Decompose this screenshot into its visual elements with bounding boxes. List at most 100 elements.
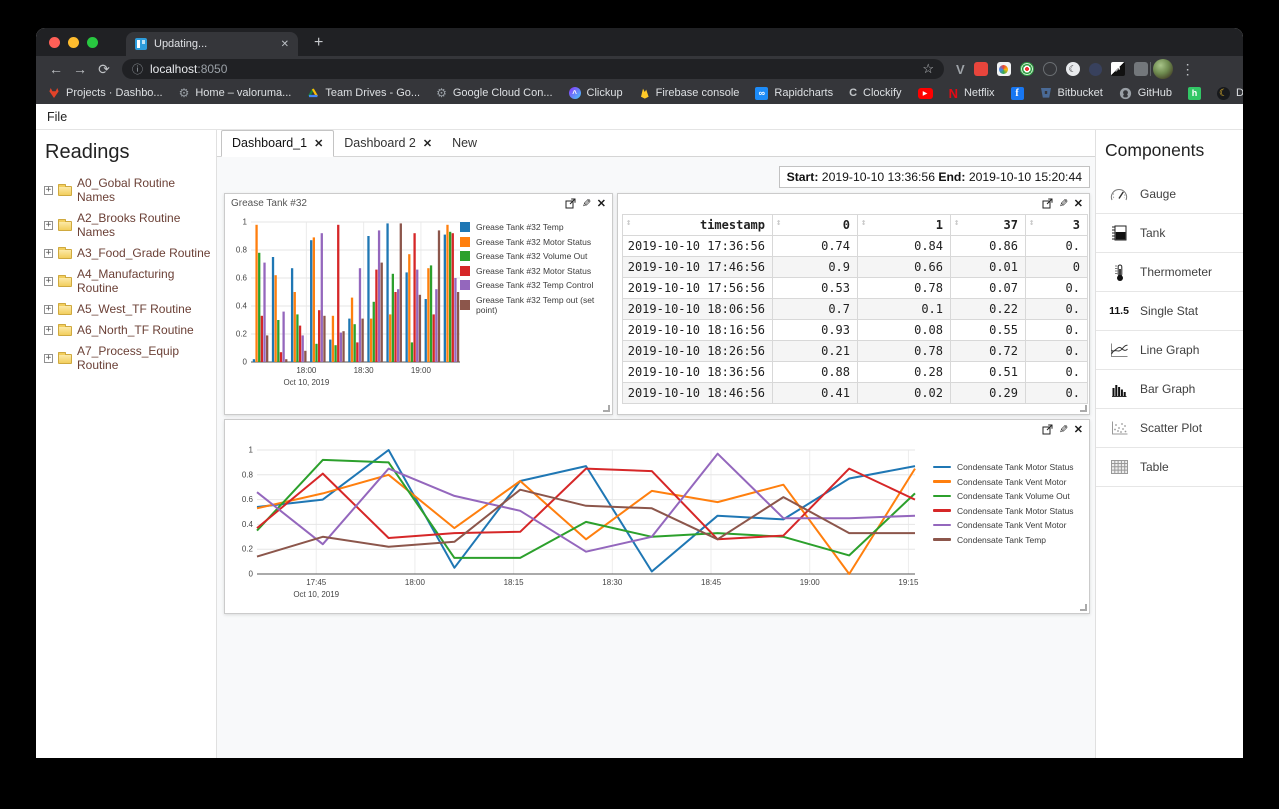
component-item-tank[interactable]: Tank — [1096, 214, 1243, 253]
component-item-single-stat[interactable]: 11.5 Single Stat — [1096, 292, 1243, 331]
sort-icon[interactable]: ↕ — [626, 218, 631, 228]
tree-item[interactable]: + A0_Gobal Routine Names — [44, 176, 212, 204]
bookmark-item[interactable]: ⚙ Google Cloud Con... — [436, 86, 552, 100]
bookmark-item[interactable]: f — [1010, 86, 1024, 100]
dark-mode-extension-icon[interactable]: ☾ — [1065, 62, 1080, 76]
bookmark-item[interactable]: N Netflix — [949, 86, 995, 101]
column-header[interactable]: ↕ timestamp — [622, 214, 773, 236]
tree-item[interactable]: + A7_Process_Equip Routine — [44, 344, 212, 372]
info-extension-icon[interactable] — [1042, 62, 1057, 76]
tree-item[interactable]: + A5_West_TF Routine — [44, 302, 212, 316]
bookmark-item[interactable]: h — [1188, 86, 1202, 100]
column-header[interactable]: ↕ 0 — [772, 214, 858, 236]
component-item-line-graph[interactable]: Line Graph — [1096, 331, 1243, 370]
back-icon[interactable]: ← — [44, 61, 68, 77]
legend-entry[interactable]: Grease Tank #32 Temp out (set point) — [460, 295, 612, 315]
expand-icon[interactable]: + — [44, 304, 53, 314]
component-item-gauge[interactable]: Gauge — [1096, 175, 1243, 214]
legend-entry[interactable]: Condensate Tank Volume Out — [933, 491, 1074, 501]
column-header[interactable]: ↕ 1 — [857, 214, 951, 236]
component-item-table[interactable]: Table — [1096, 448, 1243, 487]
column-header[interactable]: ↕ 3 — [1025, 214, 1088, 236]
legend-entry[interactable]: Condensate Tank Motor Status — [933, 506, 1074, 516]
reload-icon[interactable]: ⟳ — [92, 61, 116, 78]
profile-avatar[interactable] — [1152, 59, 1173, 79]
bookmark-item[interactable]: Team Drives - Go... — [307, 87, 420, 99]
component-item-thermometer[interactable]: Thermometer — [1096, 253, 1243, 292]
close-panel-icon[interactable]: ✕ — [597, 197, 606, 210]
dashboard-tab-dashboard-1[interactable]: Dashboard_1 ✕ — [221, 130, 335, 157]
bookmark-item[interactable]: ⚙ Home – valoruma... — [179, 86, 292, 100]
edit-icon[interactable]: ✎ — [582, 197, 591, 210]
sort-icon[interactable]: ↕ — [861, 218, 866, 228]
tab-close-icon[interactable]: ✕ — [423, 137, 432, 150]
tab-close-icon[interactable]: ✕ — [314, 137, 323, 150]
tab-close-icon[interactable]: ✕ — [281, 39, 289, 50]
legend-entry[interactable]: Condensate Tank Temp — [933, 535, 1074, 545]
dashboard-tab-new[interactable]: New — [442, 131, 487, 156]
green-target-extension-icon[interactable] — [1019, 62, 1034, 76]
legend-entry[interactable]: Condensate Tank Vent Motor — [933, 520, 1074, 530]
sort-icon[interactable]: ↕ — [954, 218, 959, 228]
expand-icon[interactable]: + — [44, 220, 53, 230]
resize-handle[interactable] — [1080, 405, 1087, 412]
bookmark-item[interactable]: ▶ — [917, 87, 933, 99]
sort-icon[interactable]: ↕ — [776, 218, 781, 228]
kebab-icon[interactable]: ⋮ — [1181, 61, 1195, 78]
vimium-icon[interactable]: V — [956, 62, 965, 77]
close-panel-icon[interactable]: ✕ — [1074, 423, 1083, 436]
bookmark-item[interactable]: Projects · Dashbo... — [48, 87, 163, 99]
component-item-scatter-plot[interactable]: Scatter Plot — [1096, 409, 1243, 448]
legend-entry[interactable]: Grease Tank #32 Temp Control — [460, 280, 612, 290]
open-icon[interactable] — [565, 198, 576, 209]
legend-entry[interactable]: Grease Tank #32 Motor Status — [460, 236, 612, 247]
legend-entry[interactable]: Grease Tank #32 Motor Status — [460, 265, 612, 276]
expand-icon[interactable]: + — [44, 325, 53, 335]
resize-handle[interactable] — [603, 405, 610, 412]
dashboard-tab-dashboard-2[interactable]: Dashboard 2 ✕ — [334, 131, 442, 156]
window-minimize-button[interactable] — [68, 37, 79, 48]
tree-item[interactable]: + A3_Food_Grade Routine — [44, 246, 212, 260]
red-extension-icon[interactable] — [973, 62, 988, 76]
close-panel-icon[interactable]: ✕ — [1074, 197, 1083, 210]
bookmark-item[interactable]: Bitbucket — [1040, 87, 1103, 99]
menu-file[interactable]: File — [47, 110, 67, 124]
open-icon[interactable] — [1042, 198, 1053, 209]
resize-handle[interactable] — [1080, 604, 1087, 611]
expand-icon[interactable]: + — [44, 185, 53, 195]
legend-entry[interactable]: Condensate Tank Vent Motor — [933, 477, 1074, 487]
bookmark-item[interactable]: C Clockify — [849, 87, 901, 99]
edit-icon[interactable]: ✎ — [1059, 197, 1068, 210]
window-close-button[interactable] — [49, 37, 60, 48]
bookmark-item[interactable]: Firebase console — [639, 87, 739, 99]
component-item-bar-graph[interactable]: Bar Graph — [1096, 370, 1243, 409]
bookmark-star-icon[interactable]: ☆ — [922, 61, 934, 77]
expand-icon[interactable]: + — [44, 353, 53, 363]
bookmark-item[interactable]: GitHub — [1119, 87, 1172, 100]
photos-extension-icon[interactable] — [996, 62, 1011, 76]
gray-extension-icon[interactable] — [1133, 62, 1148, 76]
tree-item[interactable]: + A2_Brooks Routine Names — [44, 211, 212, 239]
bookmark-item[interactable]: ∞ Rapidcharts — [755, 86, 833, 100]
forward-icon[interactable]: → — [68, 61, 92, 77]
edit-icon[interactable]: ✎ — [1059, 423, 1068, 436]
tree-item[interactable]: + A4_Manufacturing Routine — [44, 267, 212, 295]
expand-icon[interactable]: + — [44, 248, 53, 258]
legend-entry[interactable]: Condensate Tank Motor Status — [933, 462, 1074, 472]
expand-icon[interactable]: + — [44, 276, 53, 286]
legend-entry[interactable]: Grease Tank #32 Volume Out — [460, 251, 612, 261]
address-bar[interactable]: ⓘ localhost:8050 ☆ — [122, 59, 944, 79]
browser-tab[interactable]: Updating... ✕ — [126, 32, 298, 56]
bookmark-item[interactable]: ☾ Dyn — [1217, 86, 1243, 100]
new-tab-button[interactable]: + — [314, 34, 323, 52]
info-icon[interactable]: ⓘ — [132, 61, 143, 77]
legend-entry[interactable]: Grease Tank #32 Temp — [460, 222, 612, 232]
shortcut-extension-icon[interactable]: ↗ — [1110, 62, 1125, 76]
sort-icon[interactable]: ↕ — [1029, 218, 1034, 228]
open-icon[interactable] — [1042, 424, 1053, 435]
tree-item[interactable]: + A6_North_TF Routine — [44, 323, 212, 337]
column-header[interactable]: ↕ 37 — [950, 214, 1026, 236]
blue-extension-icon[interactable] — [1088, 62, 1102, 76]
window-zoom-button[interactable] — [87, 37, 98, 48]
bookmark-item[interactable]: ^ Clickup — [568, 87, 623, 99]
